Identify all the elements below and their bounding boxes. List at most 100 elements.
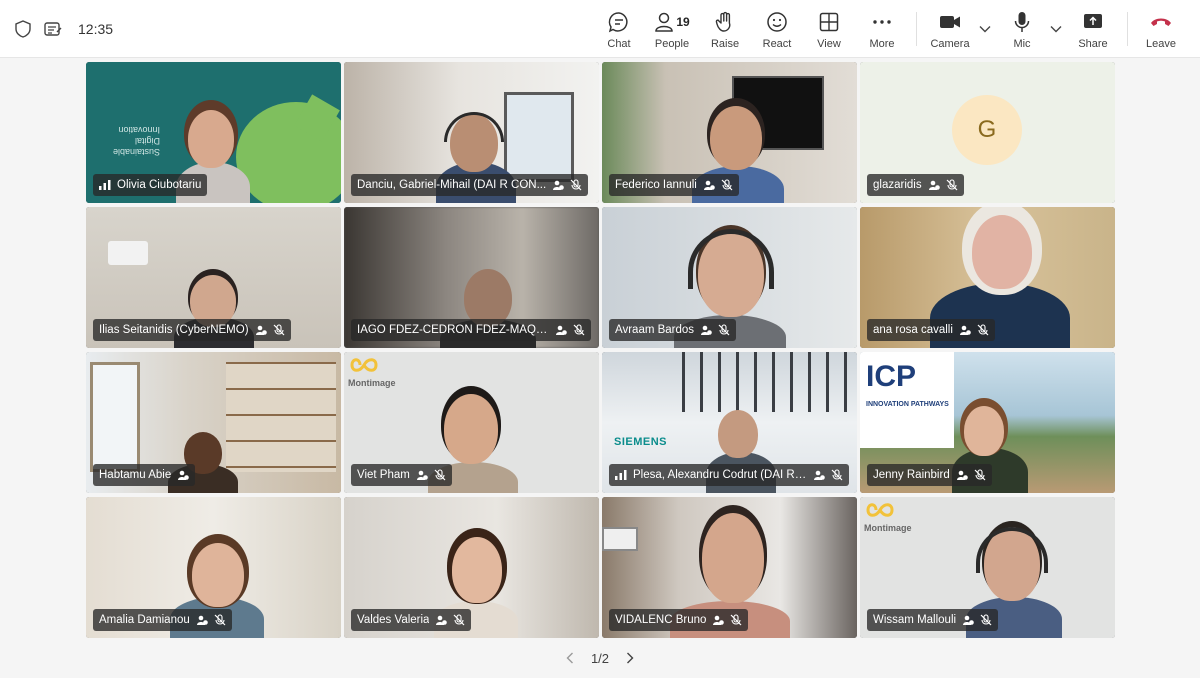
chat-label: Chat [607,38,631,50]
camera-button[interactable]: Camera [920,10,980,54]
participant-name: Avraam Bardos [615,324,695,336]
mic-muted-icon [974,469,986,481]
previous-page-chevron-left-icon[interactable] [563,651,577,665]
people-count: 19 [676,15,690,29]
presenter-badge-icon [712,614,725,626]
participant-tile[interactable]: IAGO FDEZ-CEDRON FDEZ-MAQU... [344,207,599,348]
gallery-pager: 1/2 [0,648,1200,668]
mic-muted-icon [980,614,992,626]
participant-name: ana rosa cavalli [873,324,953,336]
person-head [444,394,498,464]
participant-tile[interactable]: Amalia Damianou [86,497,341,638]
leave-label: Leave [1146,38,1176,50]
mic-options-chevron-down-icon[interactable] [1049,22,1063,36]
background-bookshelf [226,362,336,472]
participant-tile[interactable]: SIEMENS Plesa, Alexandru Codrut (DAI R C… [602,352,857,493]
presenter-badge-icon [703,179,715,191]
participant-tile[interactable]: Montimage Wissam Mallouli [860,497,1115,638]
nameplate: IAGO FDEZ-CEDRON FDEZ-MAQU... [351,319,591,341]
presenter-badge-icon [962,614,974,626]
chat-button[interactable]: Chat [589,10,649,54]
presenter-badge-icon [435,614,448,626]
toolbar-divider [1127,12,1128,46]
nameplate: Viet Pham [351,464,452,486]
background-microwave [602,527,638,551]
mic-label: Mic [1013,38,1031,50]
notes-icon[interactable] [44,20,62,38]
next-page-chevron-right-icon[interactable] [623,651,637,665]
icp-logo-subtitle: INNOVATION PATHWAYS [866,401,949,408]
share-screen-icon [1083,10,1103,34]
share-label: Share [1078,38,1108,50]
mic-muted-icon [831,469,843,481]
raise-label: Raise [710,38,740,50]
toolbar-divider [916,12,917,46]
mic-muted-icon [718,324,730,336]
participant-tile[interactable]: Montimage Viet Pham [344,352,599,493]
avatar: G [952,95,1022,165]
leave-button[interactable]: Leave [1131,10,1191,54]
participant-name: Wissam Mallouli [873,614,957,626]
more-label: More [869,38,895,50]
mic-muted-icon [453,614,465,626]
background-air-conditioner [108,241,148,265]
share-button[interactable]: Share [1063,10,1123,54]
people-button[interactable]: 19 People [642,10,702,54]
presenter-badge-icon [177,469,190,481]
presenter-badge-icon [255,324,267,336]
nameplate: Plesa, Alexandru Codrut (DAI R CO... [609,464,849,486]
participant-tile[interactable]: G glazaridis [860,62,1115,203]
mic-muted-icon [977,324,989,336]
shield-icon[interactable] [14,19,32,38]
raise-hand-button[interactable]: Raise [695,10,755,54]
presenter-badge-icon [813,469,825,481]
view-button[interactable]: View [799,10,859,54]
mic-muted-icon [730,614,742,626]
person-head [452,537,502,603]
person-head [972,215,1032,289]
camera-options-chevron-down-icon[interactable] [978,22,992,36]
participant-tile[interactable]: ICP INNOVATION PATHWAYS Jenny Rainbird [860,352,1115,493]
video-grid: Sustainable Digital Innovation Olivia Ci… [86,62,1115,638]
participant-name: Jenny Rainbird [873,469,950,481]
presenter-badge-icon [700,324,712,336]
participant-tile[interactable]: Valdes Valeria [344,497,599,638]
background-window [504,92,574,182]
person-head [964,406,1004,456]
mic-muted-icon [434,469,446,481]
person-head [702,513,764,603]
presenter-badge-icon [416,469,428,481]
participant-tile[interactable]: Habtamu Abie [86,352,341,493]
more-icon [872,10,892,34]
participant-tile[interactable]: VIDALENC Bruno [602,497,857,638]
participant-name: Habtamu Abie [99,469,172,481]
react-button[interactable]: React [747,10,807,54]
participant-tile[interactable]: Danciu, Gabriel-Mihail (DAI R CON... [344,62,599,203]
participant-tile[interactable]: Sustainable Digital Innovation Olivia Ci… [86,62,341,203]
grid-view-icon [819,10,839,34]
participant-tile[interactable]: Avraam Bardos [602,207,857,348]
nameplate: Federico Iannuli [609,174,739,196]
person-head [192,543,244,607]
participant-tile[interactable]: Ilias Seitanidis (CyberNEMO) [86,207,341,348]
presenter-badge-icon [928,179,940,191]
nameplate: Amalia Damianou [93,609,232,631]
participant-tile[interactable]: Federico Iannuli [602,62,857,203]
participant-name: Viet Pham [357,469,410,481]
nameplate: Danciu, Gabriel-Mihail (DAI R CON... [351,174,589,196]
nameplate: Valdes Valeria [351,609,472,631]
participant-name: glazaridis [873,179,922,191]
hang-up-icon [1150,10,1172,34]
participant-name: Federico Iannuli [615,179,697,191]
participant-tile[interactable]: ana rosa cavalli [860,207,1115,348]
person-head [710,106,762,170]
people-label: People [654,38,690,50]
mic-button[interactable]: Mic [992,10,1052,54]
participant-name: Danciu, Gabriel-Mihail (DAI R CON... [357,179,547,191]
nameplate: Olivia Ciubotariu [93,174,208,196]
background-ceiling [682,352,857,412]
participant-name: VIDALENC Bruno [615,614,707,626]
siemens-logo: SIEMENS [614,436,668,448]
more-button[interactable]: More [852,10,912,54]
nameplate: Wissam Mallouli [867,609,999,631]
